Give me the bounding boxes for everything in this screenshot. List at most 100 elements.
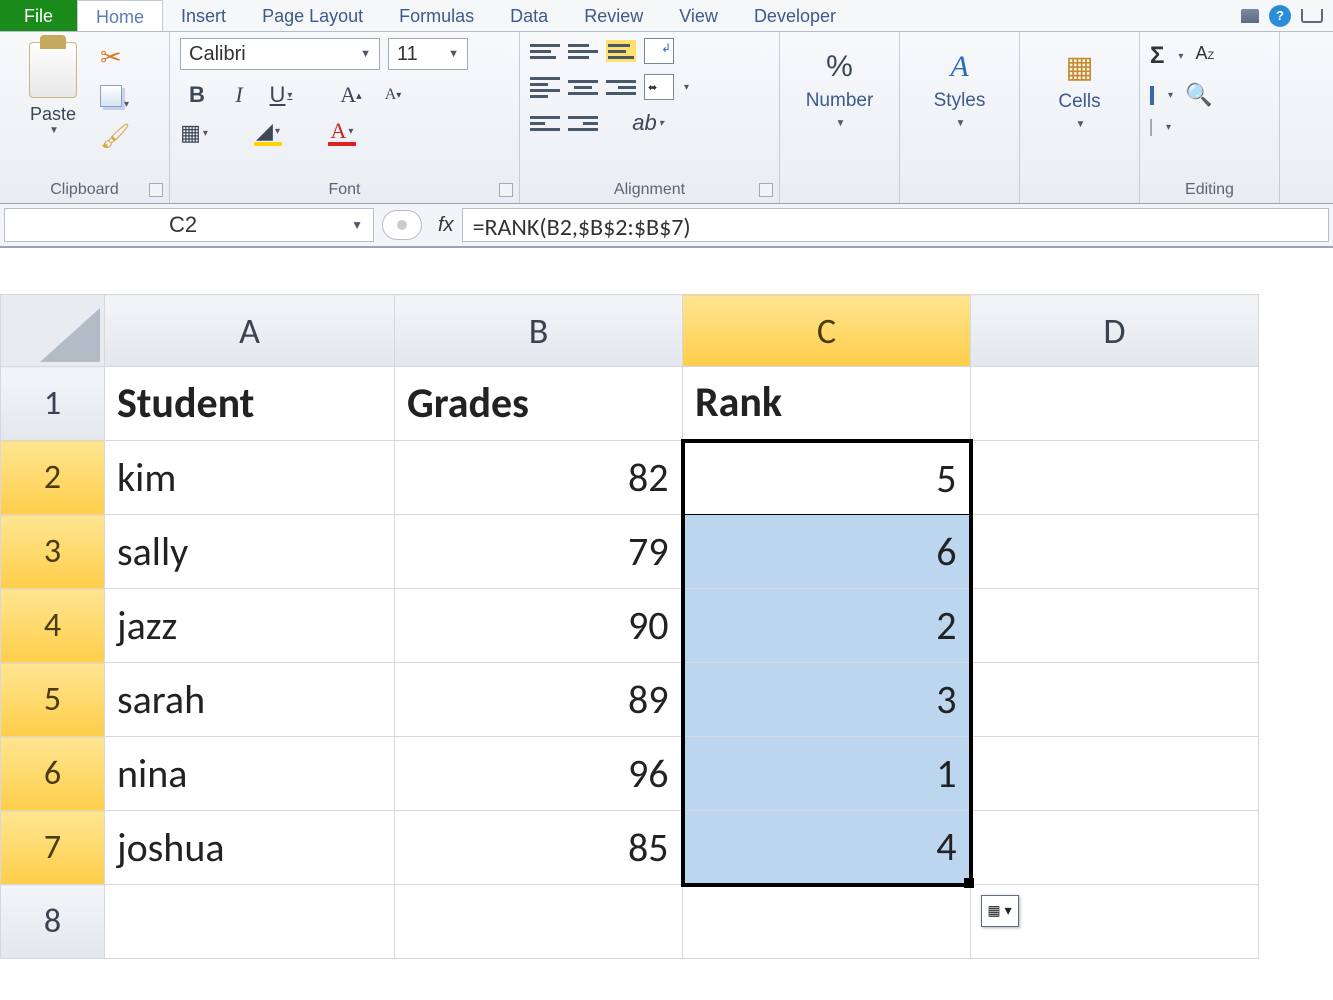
row-header-3[interactable]: 3 — [1, 515, 105, 589]
cell-A8[interactable] — [105, 885, 395, 959]
cell-D7[interactable] — [971, 811, 1259, 885]
number-dropdown-icon[interactable]: ▼ — [834, 118, 846, 129]
name-box-dropdown-icon[interactable]: ▼ — [351, 218, 363, 232]
align-middle-icon[interactable] — [568, 40, 598, 62]
grow-font-button[interactable]: A▴ — [334, 80, 368, 110]
tab-data[interactable]: Data — [492, 0, 566, 31]
copy-button[interactable]: ▾ — [100, 85, 130, 110]
cell-B7[interactable]: 85 — [395, 811, 683, 885]
col-header-D[interactable]: D — [971, 295, 1259, 367]
group-number[interactable]: % Number ▼ — [780, 32, 900, 203]
cell-C2[interactable]: 5 — [683, 441, 971, 515]
row-header-7[interactable]: 7 — [1, 811, 105, 885]
autofill-options-button[interactable]: ▦ — [981, 895, 1019, 927]
formula-input[interactable]: =RANK(B2,$B$2:$B$7) — [462, 208, 1329, 242]
cell-C1[interactable]: Rank — [683, 367, 971, 441]
paste-dropdown-icon[interactable]: ▼ — [47, 125, 59, 136]
underline-button[interactable]: U▾ — [264, 80, 298, 110]
fx-label[interactable]: fx — [438, 214, 454, 237]
format-painter-icon[interactable]: 🖌 — [100, 122, 130, 151]
cell-B3[interactable]: 79 — [395, 515, 683, 589]
col-header-C[interactable]: C — [683, 295, 971, 367]
select-all-corner[interactable] — [1, 295, 105, 367]
alignment-dialog-launcher[interactable] — [759, 183, 773, 197]
cell-A4[interactable]: jazz — [105, 589, 395, 663]
cell-A6[interactable]: nina — [105, 737, 395, 811]
worksheet-grid[interactable]: A B C D 1 Student Grades Rank 2 kim 82 5… — [0, 294, 1333, 959]
row-header-6[interactable]: 6 — [1, 737, 105, 811]
cell-C3[interactable]: 6 — [683, 515, 971, 589]
align-center-icon[interactable] — [568, 76, 598, 98]
tab-pagelayout[interactable]: Page Layout — [244, 0, 381, 31]
cell-C7[interactable]: 4 ▦ — [683, 811, 971, 885]
cell-A2[interactable]: kim — [105, 441, 395, 515]
tab-review[interactable]: Review — [566, 0, 661, 31]
autosum-icon[interactable]: Σ — [1150, 42, 1164, 70]
cell-D1[interactable] — [971, 367, 1259, 441]
cell-A3[interactable]: sally — [105, 515, 395, 589]
cell-C8[interactable] — [683, 885, 971, 959]
cell-C4[interactable]: 2 — [683, 589, 971, 663]
cell-A5[interactable]: sarah — [105, 663, 395, 737]
increase-indent-icon[interactable] — [568, 112, 598, 134]
paste-button[interactable]: Paste ▼ — [10, 38, 96, 179]
wrap-text-button[interactable]: ↲ — [644, 38, 674, 64]
cell-A7[interactable]: joshua — [105, 811, 395, 885]
row-header-4[interactable]: 4 — [1, 589, 105, 663]
italic-button[interactable]: I — [222, 80, 256, 110]
merge-center-button[interactable]: ⬌ — [644, 74, 674, 100]
fill-handle[interactable] — [964, 878, 974, 888]
align-right-icon[interactable] — [606, 76, 636, 98]
shrink-font-button[interactable]: A▾ — [376, 80, 410, 110]
cell-B5[interactable]: 89 — [395, 663, 683, 737]
font-name-combo[interactable]: Calibri▼ — [180, 38, 380, 70]
find-select-icon[interactable]: 🔍 — [1185, 82, 1212, 108]
cell-B6[interactable]: 96 — [395, 737, 683, 811]
group-cells[interactable]: ▦ Cells ▼ — [1020, 32, 1140, 203]
row-header-2[interactable]: 2 — [1, 441, 105, 515]
tab-file[interactable]: File — [0, 0, 77, 31]
clipboard-dialog-launcher[interactable] — [149, 183, 163, 197]
font-dialog-launcher[interactable] — [499, 183, 513, 197]
cells-dropdown-icon[interactable]: ▼ — [1074, 119, 1086, 130]
cell-C5[interactable]: 3 — [683, 663, 971, 737]
cell-D5[interactable] — [971, 663, 1259, 737]
cell-B2[interactable]: 82 — [395, 441, 683, 515]
help-icon[interactable]: ? — [1269, 5, 1291, 27]
cell-C6[interactable]: 1 — [683, 737, 971, 811]
orientation-button[interactable]: ab▾ — [634, 110, 662, 136]
cell-D2[interactable] — [971, 441, 1259, 515]
decrease-indent-icon[interactable] — [530, 112, 560, 134]
col-header-A[interactable]: A — [105, 295, 395, 367]
tab-home[interactable]: Home — [77, 0, 163, 31]
cell-B4[interactable]: 90 — [395, 589, 683, 663]
styles-dropdown-icon[interactable]: ▼ — [954, 118, 966, 129]
minimize-ribbon-icon[interactable] — [1241, 9, 1259, 23]
fill-color-button[interactable]: ◢▾ — [254, 120, 282, 146]
row-header-8[interactable]: 8 — [1, 885, 105, 959]
cell-D3[interactable] — [971, 515, 1259, 589]
cell-D4[interactable] — [971, 589, 1259, 663]
align-bottom-icon[interactable] — [606, 40, 636, 62]
window-restore-icon[interactable] — [1301, 9, 1323, 23]
name-box[interactable]: C2 ▼ — [4, 208, 374, 242]
font-color-button[interactable]: A▾ — [328, 120, 356, 146]
align-top-icon[interactable] — [530, 40, 560, 62]
cell-A1[interactable]: Student — [105, 367, 395, 441]
tab-formulas[interactable]: Formulas — [381, 0, 492, 31]
tab-view[interactable]: View — [661, 0, 736, 31]
cell-D6[interactable] — [971, 737, 1259, 811]
cut-icon[interactable]: ✂ — [100, 42, 130, 73]
cell-B1[interactable]: Grades — [395, 367, 683, 441]
row-header-1[interactable]: 1 — [1, 367, 105, 441]
fill-button[interactable] — [1150, 88, 1154, 103]
bold-button[interactable]: B — [180, 80, 214, 110]
group-styles[interactable]: A Styles ▼ — [900, 32, 1020, 203]
borders-button[interactable]: ▦▾ — [180, 120, 208, 146]
row-header-5[interactable]: 5 — [1, 663, 105, 737]
cell-B8[interactable] — [395, 885, 683, 959]
insert-function-oval[interactable] — [382, 210, 422, 240]
tab-developer[interactable]: Developer — [736, 0, 854, 31]
sort-filter-icon[interactable]: AZ — [1195, 43, 1221, 69]
font-size-combo[interactable]: 11▼ — [388, 38, 468, 70]
